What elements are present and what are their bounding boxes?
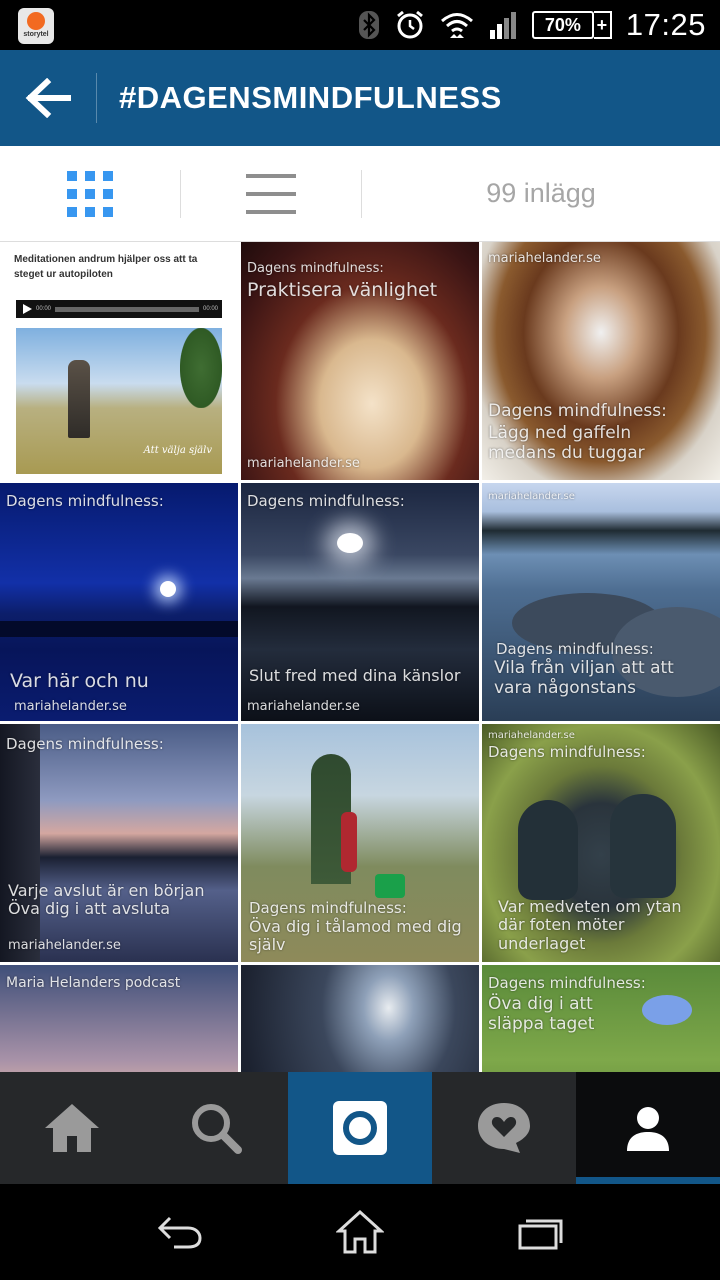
system-nav: [0, 1184, 720, 1280]
post-caption: mariahelander.se: [247, 699, 360, 715]
system-back-button[interactable]: [140, 1192, 220, 1272]
image-signature: Att välja själv: [143, 445, 212, 456]
post-caption: mariahelander.se: [247, 456, 360, 472]
charging-icon: +: [593, 11, 612, 39]
view-switcher: 99 inlägg: [0, 146, 720, 242]
post-caption: mariahelander.se: [488, 730, 575, 741]
nav-home-button[interactable]: [0, 1072, 144, 1184]
alarm-icon: [394, 10, 426, 40]
grid-post[interactable]: mariahelander.se Dagens mindfulness: Vil…: [482, 483, 720, 721]
app-bar-divider: [96, 73, 97, 123]
grid-post[interactable]: Meditationen andrum hjälper oss att ta s…: [0, 242, 238, 480]
post-caption: Dagens mindfulness:: [496, 640, 654, 658]
app-bar: #DAGENSMINDFULNESS: [0, 50, 720, 146]
heart-bubble-icon: [478, 1103, 530, 1153]
post-caption: Praktisera vänlighet: [247, 279, 438, 301]
page-title: #DAGENSMINDFULNESS: [119, 80, 502, 115]
post-caption: Meditationen andrum hjälper oss att ta s…: [14, 254, 198, 280]
audio-duration: 00:00: [202, 306, 218, 312]
post-count: 99 inlägg: [486, 178, 596, 208]
post-caption: mariahelander.se: [488, 251, 601, 266]
grid-post[interactable]: Dagens mindfulness: Var här och nu maria…: [0, 483, 238, 721]
post-caption: Slut fred med dina känslor: [249, 666, 461, 685]
post-caption: Dagens mindfulness:: [488, 974, 646, 992]
grid-post[interactable]: Dagens mindfulness: Öva dig i tålamod me…: [241, 724, 479, 962]
post-caption: Lägg ned gaffeln medans du tuggar: [488, 423, 645, 463]
post-image: Att välja själv: [16, 328, 222, 474]
post-caption: mariahelander.se: [8, 938, 121, 954]
status-icons: 70% + 17:25: [358, 0, 706, 50]
post-caption: Dagens mindfulness:: [247, 261, 384, 276]
grid-post[interactable]: [241, 965, 479, 1072]
post-caption: Varje avslut är en början Öva dig i att …: [8, 881, 205, 919]
bottom-nav: [0, 1072, 720, 1184]
post-caption: Var medveten om ytan där foten möter und…: [498, 897, 682, 953]
post-caption: mariahelander.se: [488, 491, 575, 502]
list-icon: [246, 173, 296, 214]
post-caption: Maria Helanders podcast: [6, 975, 181, 991]
battery-level: 70%: [531, 11, 594, 39]
nav-search-button[interactable]: [144, 1072, 288, 1184]
back-button[interactable]: [0, 50, 96, 146]
battery-icon: 70% +: [531, 11, 612, 39]
play-icon: [23, 304, 32, 314]
screen: storytel 70% + 17:25 #DAGENSMINDFULNESS …: [0, 0, 720, 1280]
grid-post[interactable]: mariahelander.se Dagens mindfulness: Var…: [482, 724, 720, 962]
recent-apps-icon: [518, 1219, 563, 1250]
post-caption: Var här och nu: [10, 670, 149, 692]
bluetooth-icon: [358, 10, 380, 40]
home-icon: [45, 1104, 99, 1152]
list-view-button[interactable]: [181, 146, 361, 242]
search-icon: [192, 1104, 242, 1154]
status-bar: storytel 70% + 17:25: [0, 0, 720, 50]
clock: 17:25: [625, 7, 706, 42]
post-caption: Dagens mindfulness:: [6, 735, 164, 753]
grid-post[interactable]: Dagens mindfulness: Slut fred med dina k…: [241, 483, 479, 721]
active-tab-indicator: [576, 1177, 720, 1184]
post-caption: Dagens mindfulness:: [488, 401, 667, 421]
grid-post[interactable]: Dagens mindfulness: Varje avslut är en b…: [0, 724, 238, 962]
post-caption: Dagens mindfulness:: [6, 492, 164, 510]
post-caption: Öva dig i att släppa taget: [488, 994, 595, 1034]
home-outline-icon: [336, 1209, 384, 1254]
audio-time: 00:00: [36, 306, 52, 312]
grid-post[interactable]: Dagens mindfulness: Praktisera vänlighet…: [241, 242, 479, 480]
audio-player: 00:00 00:00: [16, 300, 222, 318]
nav-camera-button[interactable]: [288, 1072, 432, 1184]
post-caption: Dagens mindfulness:: [249, 899, 407, 917]
post-caption: Öva dig i tålamod med dig själv: [249, 917, 462, 955]
post-caption: Dagens mindfulness:: [488, 743, 646, 761]
person-icon: [627, 1107, 669, 1151]
system-home-button[interactable]: [320, 1192, 400, 1272]
post-caption: Dagens mindfulness:: [247, 492, 405, 510]
storytel-label: storytel: [23, 31, 49, 38]
photo-grid: Meditationen andrum hjälper oss att ta s…: [0, 242, 720, 1072]
arrow-left-icon: [25, 78, 71, 118]
grid-icon: [67, 170, 113, 217]
grid-post[interactable]: Dagens mindfulness: Öva dig i att släppa…: [482, 965, 720, 1072]
storytel-notification-icon: storytel: [18, 8, 54, 44]
grid-post[interactable]: mariahelander.se Dagens mindfulness: Läg…: [482, 242, 720, 480]
post-caption: Vila från viljan att att vara någonstans: [494, 658, 674, 698]
back-icon: [157, 1216, 202, 1249]
post-caption: mariahelander.se: [14, 699, 127, 715]
nav-profile-button[interactable]: [576, 1072, 720, 1184]
nav-activity-button[interactable]: [432, 1072, 576, 1184]
grid-view-button[interactable]: [0, 146, 180, 242]
signal-icon: [488, 10, 518, 40]
grid-post[interactable]: Maria Helanders podcast: [0, 965, 238, 1072]
camera-icon: [333, 1101, 387, 1155]
wifi-icon: [440, 10, 474, 40]
system-recents-button[interactable]: [500, 1192, 580, 1272]
